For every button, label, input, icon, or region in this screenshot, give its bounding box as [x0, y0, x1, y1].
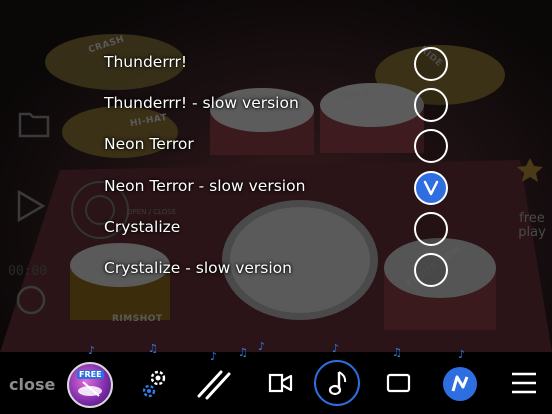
- song-title: Neon Terror: [104, 135, 194, 153]
- song-select-checkbox[interactable]: [414, 88, 448, 122]
- song-row[interactable]: Neon Terror - slow version: [0, 168, 552, 208]
- song-select-checkbox[interactable]: [414, 253, 448, 287]
- drumsticks-icon[interactable]: [195, 366, 233, 400]
- song-title: Crystalize: [104, 218, 181, 236]
- songs-tab-button[interactable]: [314, 360, 360, 406]
- song-select-checkbox[interactable]: [414, 171, 448, 205]
- floating-note-icon: ♪: [332, 342, 340, 355]
- floating-note-icon: ♪: [210, 350, 218, 363]
- floating-note-icon: ♫: [148, 342, 158, 355]
- song-select-checkbox[interactable]: [414, 47, 448, 81]
- floating-note-icon: ♫: [392, 346, 402, 359]
- song-title: Thunderrr! - slow version: [104, 94, 299, 112]
- video-camera-icon[interactable]: [268, 372, 294, 394]
- floating-note-icon: ♪: [88, 344, 96, 357]
- song-row[interactable]: Thunderrr!: [0, 44, 552, 84]
- rimshot-label: RIMSHOT: [112, 314, 163, 324]
- song-row[interactable]: Thunderrr! - slow version: [0, 85, 552, 125]
- music-note-icon: [328, 371, 347, 396]
- floating-note-icon: ♪: [458, 348, 466, 361]
- menu-icon[interactable]: [510, 370, 538, 396]
- song-row[interactable]: Crystalize - slow version: [0, 250, 552, 290]
- floating-note-icon: ♪: [258, 340, 266, 353]
- close-button[interactable]: close: [9, 375, 55, 394]
- song-title: Neon Terror - slow version: [104, 177, 306, 195]
- floating-note-icon: ♫: [238, 346, 248, 359]
- free-app-badge-icon[interactable]: FREE: [67, 362, 113, 408]
- song-select-checkbox[interactable]: [414, 129, 448, 163]
- logo-glyph-icon: [451, 375, 469, 392]
- drum-icon: [78, 381, 102, 397]
- song-row[interactable]: Crystalize: [0, 209, 552, 249]
- logo-icon[interactable]: [443, 367, 477, 401]
- song-row[interactable]: Neon Terror: [0, 126, 552, 166]
- song-title: Thunderrr!: [104, 53, 188, 71]
- tablet-icon[interactable]: [386, 372, 412, 394]
- bottom-toolbar: close FREE: [0, 352, 552, 414]
- checkmark-icon: [423, 180, 439, 196]
- song-select-checkbox[interactable]: [414, 212, 448, 246]
- song-title: Crystalize - slow version: [104, 259, 292, 277]
- settings-gears-icon[interactable]: [140, 366, 170, 400]
